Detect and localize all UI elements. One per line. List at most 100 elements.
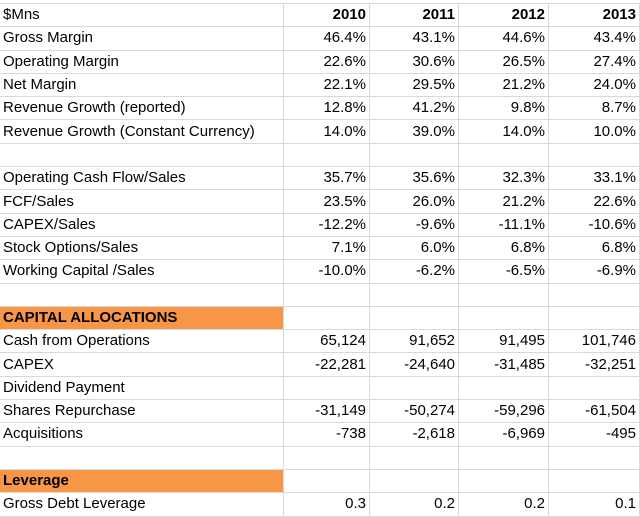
- capital-allocation-value[interactable]: -61,504: [548, 399, 640, 424]
- cash-ratio-value[interactable]: 21.2%: [458, 189, 549, 214]
- ratio-value[interactable]: 22.6%: [283, 50, 370, 74]
- ratio-value[interactable]: 14.0%: [283, 119, 370, 144]
- capital-allocation-value[interactable]: 65,124: [283, 329, 370, 354]
- capital-allocation-label[interactable]: Acquisitions: [0, 422, 284, 447]
- empty-cell[interactable]: [283, 469, 370, 494]
- capital-allocation-label[interactable]: CAPEX: [0, 352, 284, 377]
- cash-ratio-label[interactable]: CAPEX/Sales: [0, 213, 284, 237]
- cash-ratio-label[interactable]: Stock Options/Sales: [0, 236, 284, 261]
- empty-cell[interactable]: [369, 446, 459, 470]
- ratio-value[interactable]: 14.0%: [458, 119, 549, 144]
- year-header[interactable]: 2013: [548, 4, 640, 28]
- leverage-section-header[interactable]: Leverage: [0, 469, 284, 494]
- header-label-cell[interactable]: $Mns: [0, 4, 284, 28]
- empty-cell[interactable]: [548, 143, 640, 168]
- empty-cell[interactable]: [283, 283, 370, 307]
- ratio-label[interactable]: Net Margin: [0, 73, 284, 98]
- cash-ratio-value[interactable]: -10.0%: [283, 259, 370, 284]
- capital-allocation-value[interactable]: 91,495: [458, 329, 549, 354]
- leverage-value[interactable]: 0.3: [283, 492, 370, 517]
- cash-ratio-label[interactable]: FCF/Sales: [0, 189, 284, 214]
- capital-allocation-value[interactable]: -59,296: [458, 399, 549, 424]
- capital-allocation-label[interactable]: Dividend Payment: [0, 376, 284, 401]
- capital-allocation-value[interactable]: [283, 376, 370, 401]
- empty-cell[interactable]: [0, 143, 284, 168]
- ratio-value[interactable]: 8.7%: [548, 96, 640, 121]
- cash-ratio-value[interactable]: 22.6%: [548, 189, 640, 214]
- cash-ratio-value[interactable]: -6.2%: [369, 259, 459, 284]
- cash-ratio-value[interactable]: 6.0%: [369, 236, 459, 261]
- empty-cell[interactable]: [369, 143, 459, 168]
- empty-cell[interactable]: [369, 306, 459, 331]
- capital-allocation-value[interactable]: -495: [548, 422, 640, 447]
- empty-cell[interactable]: [283, 143, 370, 168]
- ratio-value[interactable]: 44.6%: [458, 26, 549, 51]
- ratio-value[interactable]: 9.8%: [458, 96, 549, 121]
- ratio-value[interactable]: 39.0%: [369, 119, 459, 144]
- ratio-value[interactable]: 43.1%: [369, 26, 459, 51]
- cash-ratio-value[interactable]: -9.6%: [369, 213, 459, 237]
- ratio-label[interactable]: Gross Margin: [0, 26, 284, 51]
- empty-cell[interactable]: [0, 283, 284, 307]
- ratio-label[interactable]: Revenue Growth (Constant Currency): [0, 119, 284, 144]
- empty-cell[interactable]: [458, 283, 549, 307]
- cash-ratio-value[interactable]: -11.1%: [458, 213, 549, 237]
- capital-allocation-value[interactable]: [548, 376, 640, 401]
- ratio-value[interactable]: 27.4%: [548, 50, 640, 74]
- ratio-value[interactable]: 21.2%: [458, 73, 549, 98]
- leverage-value[interactable]: 0.1: [548, 492, 640, 517]
- cash-ratio-value[interactable]: -6.9%: [548, 259, 640, 284]
- cash-ratio-label[interactable]: Operating Cash Flow/Sales: [0, 166, 284, 191]
- ratio-value[interactable]: 22.1%: [283, 73, 370, 98]
- capital-allocation-value[interactable]: -31,149: [283, 399, 370, 424]
- cash-ratio-label[interactable]: Working Capital /Sales: [0, 259, 284, 284]
- ratio-label[interactable]: Operating Margin: [0, 50, 284, 74]
- cash-ratio-value[interactable]: 26.0%: [369, 189, 459, 214]
- empty-cell[interactable]: [548, 446, 640, 470]
- empty-cell[interactable]: [458, 143, 549, 168]
- empty-cell[interactable]: [548, 469, 640, 494]
- cash-ratio-value[interactable]: 35.6%: [369, 166, 459, 191]
- empty-cell[interactable]: [458, 306, 549, 331]
- cash-ratio-value[interactable]: -12.2%: [283, 213, 370, 237]
- cash-ratio-value[interactable]: 6.8%: [548, 236, 640, 261]
- ratio-value[interactable]: 10.0%: [548, 119, 640, 144]
- cash-ratio-value[interactable]: 7.1%: [283, 236, 370, 261]
- empty-cell[interactable]: [458, 469, 549, 494]
- capital-allocation-value[interactable]: [458, 376, 549, 401]
- cash-ratio-value[interactable]: -6.5%: [458, 259, 549, 284]
- empty-cell[interactable]: [369, 469, 459, 494]
- cash-ratio-value[interactable]: 33.1%: [548, 166, 640, 191]
- ratio-value[interactable]: 29.5%: [369, 73, 459, 98]
- cash-ratio-value[interactable]: 23.5%: [283, 189, 370, 214]
- capital-allocation-value[interactable]: -6,969: [458, 422, 549, 447]
- year-header[interactable]: 2010: [283, 4, 370, 28]
- capital-allocation-label[interactable]: Cash from Operations: [0, 329, 284, 354]
- cash-ratio-value[interactable]: 6.8%: [458, 236, 549, 261]
- cash-ratio-value[interactable]: 32.3%: [458, 166, 549, 191]
- empty-cell[interactable]: [548, 306, 640, 331]
- capital-allocation-value[interactable]: -2,618: [369, 422, 459, 447]
- capital-allocation-value[interactable]: 91,652: [369, 329, 459, 354]
- leverage-label[interactable]: Gross Debt Leverage: [0, 492, 284, 517]
- empty-cell[interactable]: [458, 446, 549, 470]
- leverage-value[interactable]: 0.2: [458, 492, 549, 517]
- empty-cell[interactable]: [283, 306, 370, 331]
- capital-allocation-value[interactable]: -31,485: [458, 352, 549, 377]
- capital-allocation-label[interactable]: Shares Repurchase: [0, 399, 284, 424]
- empty-cell[interactable]: [369, 283, 459, 307]
- ratio-value[interactable]: 43.4%: [548, 26, 640, 51]
- ratio-value[interactable]: 26.5%: [458, 50, 549, 74]
- capital-allocation-value[interactable]: -32,251: [548, 352, 640, 377]
- capital-allocation-value[interactable]: 101,746: [548, 329, 640, 354]
- leverage-value[interactable]: 0.2: [369, 492, 459, 517]
- empty-cell[interactable]: [0, 446, 284, 470]
- ratio-value[interactable]: 24.0%: [548, 73, 640, 98]
- ratio-value[interactable]: 41.2%: [369, 96, 459, 121]
- capital-allocations-section-header[interactable]: CAPITAL ALLOCATIONS: [0, 306, 284, 331]
- capital-allocation-value[interactable]: -24,640: [369, 352, 459, 377]
- year-header[interactable]: 2012: [458, 4, 549, 28]
- ratio-value[interactable]: 30.6%: [369, 50, 459, 74]
- empty-cell[interactable]: [548, 283, 640, 307]
- capital-allocation-value[interactable]: [369, 376, 459, 401]
